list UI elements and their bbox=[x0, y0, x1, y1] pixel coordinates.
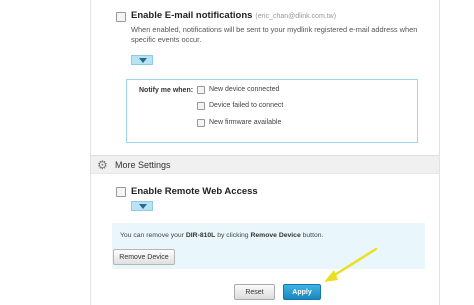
remote-access-label: Enable Remote Web Access bbox=[131, 186, 258, 197]
remote-access-expand-toggle[interactable] bbox=[131, 201, 153, 211]
notify-device-failed-label: Device failed to connect bbox=[209, 102, 284, 109]
notify-new-firmware-checkbox[interactable] bbox=[197, 119, 205, 127]
notify-label: Notify me when: bbox=[139, 87, 194, 94]
remove-text-middle: by clicking bbox=[217, 232, 249, 239]
enable-remote-access-checkbox[interactable] bbox=[116, 187, 126, 197]
chevron-down-icon bbox=[139, 204, 147, 209]
gear-icon: ⚙ bbox=[97, 158, 108, 172]
apply-button[interactable]: Apply bbox=[283, 284, 321, 300]
notify-new-firmware-label: New firmware available bbox=[209, 119, 282, 126]
notify-new-device-label: New device connected bbox=[209, 86, 280, 93]
chevron-down-icon bbox=[139, 58, 147, 63]
email-expand-toggle[interactable] bbox=[131, 55, 153, 65]
email-notifications-label: Enable E-mail notifications bbox=[131, 10, 253, 21]
notify-new-device-checkbox[interactable] bbox=[197, 86, 205, 94]
reset-button[interactable]: Reset bbox=[234, 284, 275, 300]
more-settings-bar[interactable]: ⚙ More Settings bbox=[91, 155, 439, 174]
notify-device-failed-checkbox[interactable] bbox=[197, 102, 205, 110]
registered-email: (eric_chan@dlink.com.tw) bbox=[255, 13, 337, 20]
remove-text-before: You can remove your bbox=[120, 232, 184, 239]
enable-email-checkbox[interactable] bbox=[116, 12, 126, 22]
device-model: DIR-810L bbox=[185, 232, 216, 239]
more-settings-title: More Settings bbox=[115, 160, 171, 170]
email-notifications-title: Enable E-mail notifications (eric_chan@dl… bbox=[131, 10, 336, 21]
remove-device-text: You can remove your DIR-810L by clicking… bbox=[120, 232, 323, 239]
notify-options-box: Notify me when: New device connected Dev… bbox=[126, 79, 418, 143]
email-description: When enabled, notifications will be sent… bbox=[131, 25, 418, 44]
remove-button-reference: Remove Device bbox=[250, 232, 301, 239]
remove-text-after: button. bbox=[302, 232, 324, 239]
remove-device-info: You can remove your DIR-810L by clicking… bbox=[112, 223, 425, 269]
remove-device-button[interactable]: Remove Device bbox=[113, 249, 175, 265]
